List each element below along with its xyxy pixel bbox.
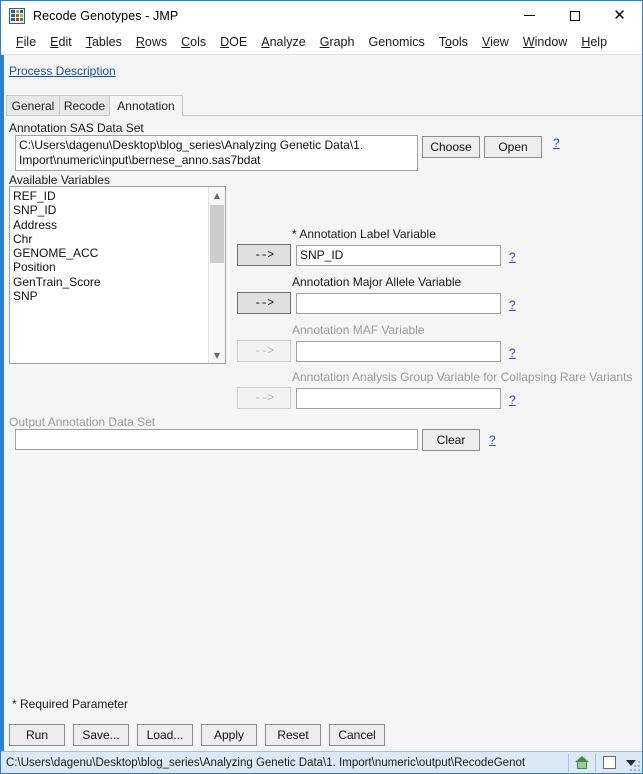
output-dataset-input[interactable] [15,429,418,450]
list-item[interactable]: Chr [13,232,208,246]
annotation-dataset-label: Annotation SAS Data Set [9,121,144,135]
tab-recode[interactable]: Recode [59,95,110,116]
load-button[interactable]: Load... [137,724,193,746]
menu-item-window[interactable]: Window [516,33,574,51]
window-icon [602,756,616,769]
window-mode-button[interactable] [598,753,620,773]
annotation-dataset-input[interactable]: C:\Users\dagenu\Desktop\blog_series\Anal… [15,135,418,171]
menu-item-tools[interactable]: Tools [432,33,475,51]
available-variables-listbox[interactable]: REF_ID SNP_ID Address Chr GENOME_ACC Pos… [9,186,226,364]
annotation-analysis-group-variable-input[interactable] [296,388,501,409]
assign-annotation-analysis-group-variable-button: --> [237,387,291,409]
list-item[interactable]: SNP_ID [13,203,208,217]
list-item[interactable]: SNP [13,289,208,303]
reset-button[interactable]: Reset [265,724,321,746]
recode-genotypes-window: Recode Genotypes - JMP ✕ File Edit Table… [0,0,643,774]
menu-item-file[interactable]: File [9,33,43,51]
help-annotation-maf-variable-icon[interactable]: ? [509,346,516,360]
tab-strip: General Recode Annotation [6,95,642,116]
required-parameter-note: * Required Parameter [12,697,129,711]
list-item[interactable]: REF_ID [13,189,208,203]
annotation-maf-variable-input[interactable] [296,341,501,362]
annotation-major-allele-variable-label: Annotation Major Allele Variable [292,275,462,289]
annotation-analysis-group-variable-label: Annotation Analysis Group Variable for C… [292,370,633,384]
help-annotation-major-allele-variable-icon[interactable]: ? [509,298,516,312]
menu-item-help[interactable]: Help [574,33,614,51]
status-divider [595,753,596,772]
menu-item-analyze[interactable]: Analyze [254,33,312,51]
output-dataset-label: Output Annotation Data Set [9,415,156,429]
tab-annotation[interactable]: Annotation [109,95,183,116]
close-button[interactable]: ✕ [597,1,642,30]
title-bar: Recode Genotypes - JMP ✕ [1,1,642,30]
cancel-button[interactable]: Cancel [329,724,385,746]
maximize-button[interactable] [552,1,597,30]
tab-general[interactable]: General [6,95,60,116]
annotation-label-variable-input[interactable]: SNP_ID [296,245,501,266]
menu-item-tables[interactable]: Tables [79,33,129,51]
menu-item-edit[interactable]: Edit [43,33,79,51]
action-button-bar: Run Save... Load... Apply Reset Cancel [1,719,642,751]
run-button[interactable]: Run [9,724,65,746]
jmp-app-icon [9,7,25,24]
scroll-down-icon[interactable]: ▼ [209,347,225,363]
menu-item-graph[interactable]: Graph [313,33,362,51]
annotation-maf-variable-label: Annotation MAF Variable [292,323,425,337]
close-icon: ✕ [613,6,626,24]
menu-item-cols[interactable]: Cols [174,33,213,51]
status-bar: C:\Users\dagenu\Desktop\blog_series\Anal… [1,751,642,773]
menu-item-doe[interactable]: DOE [213,33,254,51]
window-controls: ✕ [507,1,642,30]
list-item[interactable]: GenTrain_Score [13,275,208,289]
menu-bar: File Edit Tables Rows Cols DOE Analyze G… [1,30,642,55]
resize-grip[interactable] [630,761,640,771]
maximize-icon [569,10,580,21]
help-annotation-label-variable-icon[interactable]: ? [509,250,516,264]
help-dataset-icon[interactable]: ? [553,136,560,150]
assign-annotation-maf-variable-button: --> [237,340,291,362]
choose-button[interactable]: Choose [422,136,480,158]
scrollbar-thumb[interactable] [210,205,224,263]
menu-item-genomics[interactable]: Genomics [361,33,431,51]
available-variables-scrollbar[interactable]: ▲ ▼ [208,187,225,363]
window-title: Recode Genotypes - JMP [33,8,179,23]
process-description-link[interactable]: Process Description [9,64,116,78]
assign-annotation-major-allele-variable-button[interactable]: --> [237,292,291,314]
minimize-icon [524,15,535,16]
help-output-dataset-icon[interactable]: ? [489,433,496,447]
available-variables-label: Available Variables [9,173,110,187]
menu-item-view[interactable]: View [475,33,516,51]
help-annotation-analysis-group-variable-icon[interactable]: ? [509,393,516,407]
status-divider [568,753,569,772]
available-variables-items: REF_ID SNP_ID Address Chr GENOME_ACC Pos… [10,187,208,303]
apply-button[interactable]: Apply [201,724,257,746]
list-item[interactable]: GENOME_ACC [13,246,208,260]
menu-item-rows[interactable]: Rows [129,33,174,51]
home-button[interactable] [571,753,593,773]
annotation-label-variable-label: * Annotation Label Variable [292,227,436,241]
list-item[interactable]: Position [13,260,208,274]
clear-button[interactable]: Clear [422,429,480,451]
list-item[interactable]: Address [13,218,208,232]
scroll-up-icon[interactable]: ▲ [209,187,225,203]
save-button[interactable]: Save... [73,724,129,746]
assign-annotation-label-variable-button[interactable]: --> [237,244,291,266]
dialog-content: Process Description General Recode Annot… [1,55,642,719]
home-icon [575,756,589,769]
open-button[interactable]: Open [484,136,542,158]
minimize-button[interactable] [507,1,552,30]
status-path-text: C:\Users\dagenu\Desktop\blog_series\Anal… [6,756,526,769]
annotation-major-allele-variable-input[interactable] [296,293,501,314]
